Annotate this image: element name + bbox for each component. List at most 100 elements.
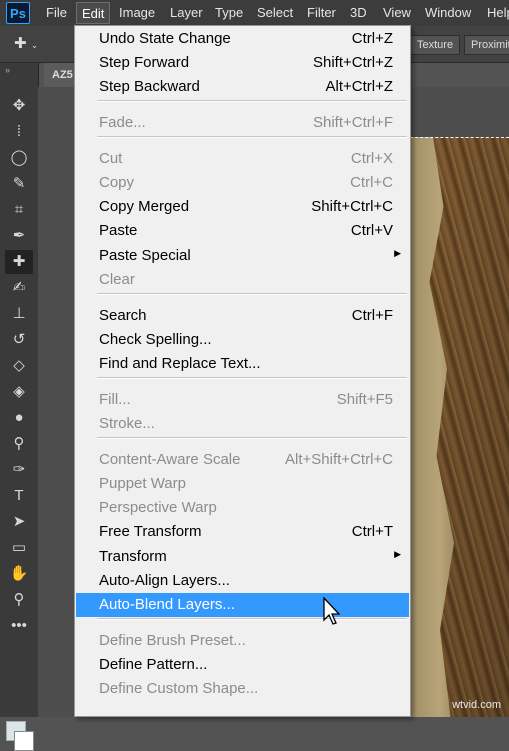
menu-window[interactable]: Window	[425, 5, 471, 20]
menu-item-label: Auto-Blend Layers...	[99, 596, 235, 613]
menu-item-fill[interactable]: Fill... Shift+F5	[76, 388, 409, 412]
tools-panel: » ✥ ⁞ ◯ ✎ ⌗ ✒ ✚ ✍ ⊥ ↺ ◇ ◈ ● ⚲ ✑ T ➤ ▭ ✋ ⚲ •••	[0, 63, 39, 751]
menu-item-label: Fill...	[99, 391, 131, 408]
background-color-swatch[interactable]	[14, 731, 34, 751]
dodge-icon[interactable]: ⚲	[5, 432, 33, 456]
menu-item-label: Perspective Warp	[99, 499, 217, 516]
menu-item-label: Cut	[99, 150, 123, 167]
menu-3d[interactable]: 3D	[350, 5, 367, 20]
eyedropper-icon[interactable]: ✒	[5, 224, 33, 248]
history-brush-icon[interactable]: ↺	[5, 328, 33, 352]
zoom-icon[interactable]: ⚲	[5, 588, 33, 612]
menu-item-label: Define Brush Preset...	[99, 632, 246, 649]
tool-preset-picker[interactable]: ✚ ⌄	[14, 34, 40, 54]
menu-item-perspective-warp[interactable]: Perspective Warp	[76, 496, 409, 520]
photoshop-logo-icon: Ps	[6, 2, 30, 24]
menu-item-define-brush-preset[interactable]: Define Brush Preset...	[76, 629, 409, 653]
menu-item-copy[interactable]: Copy Ctrl+C	[76, 171, 409, 195]
paint-bucket-icon[interactable]: ◈	[5, 380, 33, 404]
menu-item-content-aware-scale[interactable]: Content-Aware Scale Alt+Shift+Ctrl+C	[76, 448, 409, 472]
menu-item-shortcut: Shift+Ctrl+F	[312, 114, 393, 131]
menu-item-shortcut: Ctrl+X	[350, 150, 393, 167]
menu-item-label: Define Custom Shape...	[99, 680, 259, 697]
menu-filter[interactable]: Filter	[307, 5, 336, 20]
menu-item-undo-state-change[interactable]: Undo State Change Ctrl+Z	[76, 27, 409, 51]
type-icon[interactable]: T	[5, 484, 33, 508]
menu-separator	[97, 100, 407, 102]
proximity-option-button[interactable]: Proximity	[464, 35, 509, 55]
submenu-arrow-icon: ▶	[394, 549, 401, 559]
menu-file[interactable]: File	[46, 5, 67, 20]
spot-healing-brush-icon[interactable]: ✚	[5, 250, 33, 274]
eraser-icon[interactable]: ◇	[5, 354, 33, 378]
menu-item-label: Define Pattern...	[99, 656, 208, 673]
edit-menu-dropdown: Undo State Change Ctrl+Z Step Forward Shift…	[74, 25, 411, 717]
menu-item-cut[interactable]: Cut Ctrl+X	[76, 147, 409, 171]
menu-item-shortcut: Alt+Ctrl+Z	[325, 78, 393, 95]
menu-edit[interactable]: Edit	[76, 2, 111, 24]
menu-item-check-spelling[interactable]: Check Spelling...	[76, 328, 409, 352]
menu-item-label: Stroke...	[99, 415, 155, 432]
menu-item-shortcut: Shift+F5	[336, 391, 393, 408]
lasso-icon[interactable]: ◯	[5, 146, 33, 170]
menu-item-shortcut: Ctrl+Z	[351, 30, 393, 47]
menu-select[interactable]: Select	[257, 5, 293, 20]
watermark: wtvid.com	[452, 699, 501, 711]
menu-separator	[97, 618, 407, 620]
menu-item-auto-blend-layers[interactable]: Auto-Blend Layers...	[76, 593, 409, 617]
menu-item-shortcut: Ctrl+T	[351, 523, 393, 540]
marquee-icon[interactable]: ⁞	[5, 120, 33, 144]
menu-type[interactable]: Type	[215, 5, 243, 20]
menu-item-label: Auto-Align Layers...	[99, 572, 230, 589]
move-icon[interactable]: ✥	[5, 94, 33, 118]
menu-layer[interactable]: Layer	[170, 5, 203, 20]
menu-item-label: Copy Merged	[99, 198, 190, 215]
menu-item-label: Undo State Change	[99, 30, 231, 47]
texture-option-button[interactable]: Texture	[410, 35, 461, 55]
menu-item-paste[interactable]: Paste Ctrl+V	[76, 219, 409, 243]
path-selection-icon[interactable]: ➤	[5, 510, 33, 534]
menu-item-label: Content-Aware Scale	[99, 451, 241, 468]
hand-icon[interactable]: ✋	[5, 562, 33, 586]
menu-item-auto-align-layers[interactable]: Auto-Align Layers...	[76, 569, 409, 593]
menu-item-step-forward[interactable]: Step Forward Shift+Ctrl+Z	[76, 51, 409, 75]
menu-item-define-custom-shape[interactable]: Define Custom Shape...	[76, 677, 409, 701]
menu-item-puppet-warp[interactable]: Puppet Warp	[76, 472, 409, 496]
menu-help[interactable]: Help	[487, 5, 509, 20]
menu-item-label: Puppet Warp	[99, 475, 186, 492]
blur-icon[interactable]: ●	[5, 406, 33, 430]
menu-item-find-and-replace-text[interactable]: Find and Replace Text...	[76, 352, 409, 376]
menu-image[interactable]: Image	[119, 5, 155, 20]
menu-item-clear[interactable]: Clear	[76, 268, 409, 292]
menu-item-shortcut: Ctrl+F	[351, 307, 393, 324]
menu-item-copy-merged[interactable]: Copy Merged Shift+Ctrl+C	[76, 195, 409, 219]
menu-item-label: Free Transform	[99, 523, 202, 540]
menu-item-label: Step Backward	[99, 78, 200, 95]
menu-item-label: Paste	[99, 222, 138, 239]
brush-icon[interactable]: ✍	[5, 276, 33, 300]
menu-view[interactable]: View	[383, 5, 411, 20]
crop-icon[interactable]: ⌗	[5, 198, 33, 222]
quick-selection-icon[interactable]: ✎	[5, 172, 33, 196]
menu-item-stroke[interactable]: Stroke...	[76, 412, 409, 436]
spot-healing-brush-icon: ✚	[14, 35, 27, 52]
menu-item-step-backward[interactable]: Step Backward Alt+Ctrl+Z	[76, 75, 409, 99]
menu-item-paste-special[interactable]: Paste Special ▶	[76, 244, 409, 268]
menu-item-label: Copy	[99, 174, 135, 191]
menu-separator	[97, 293, 407, 295]
clone-stamp-icon[interactable]: ⊥	[5, 302, 33, 326]
submenu-arrow-icon: ▶	[394, 248, 401, 258]
menu-item-fade[interactable]: Fade... Shift+Ctrl+F	[76, 111, 409, 135]
menu-item-label: Clear	[99, 271, 135, 288]
menu-item-search[interactable]: Search Ctrl+F	[76, 304, 409, 328]
menu-item-define-pattern[interactable]: Define Pattern...	[76, 653, 409, 677]
menu-item-label: Fade...	[99, 114, 146, 131]
pen-icon[interactable]: ✑	[5, 458, 33, 482]
menu-item-free-transform[interactable]: Free Transform Ctrl+T	[76, 520, 409, 544]
menu-separator	[97, 136, 407, 138]
panel-collapse-icon[interactable]: »	[5, 65, 10, 75]
menu-item-transform[interactable]: Transform ▶	[76, 545, 409, 569]
more-tools-icon[interactable]: •••	[5, 614, 33, 638]
menu-item-label: Find and Replace Text...	[99, 355, 261, 372]
rectangle-icon[interactable]: ▭	[5, 536, 33, 560]
